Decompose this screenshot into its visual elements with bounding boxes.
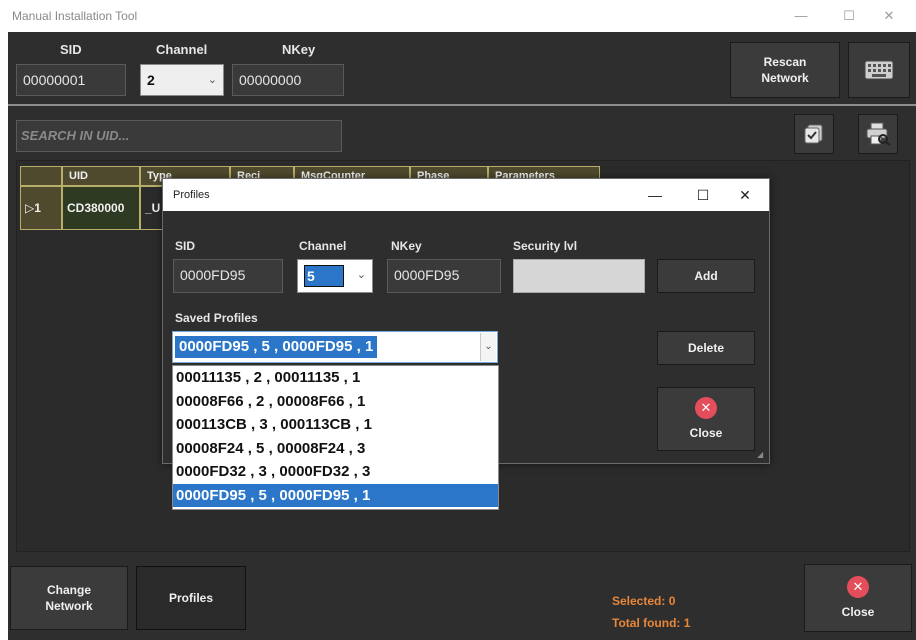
close-app-label: Close	[841, 605, 875, 619]
print-preview-icon	[866, 122, 891, 146]
profiles-button-label: Profiles	[168, 591, 213, 605]
window-maximize-button[interactable]: ☐	[832, 6, 866, 26]
keyboard-icon	[864, 60, 894, 80]
channel-label: Channel	[156, 42, 208, 57]
row-index: ▷1	[20, 186, 62, 230]
chevron-down-icon: ⌄	[207, 74, 217, 86]
list-item[interactable]: 0000FD32 , 3 , 0000FD32 , 3	[173, 460, 498, 484]
saved-profiles-label: Saved Profiles	[175, 311, 258, 325]
close-dialog-label: Close	[689, 426, 723, 440]
rescan-label-1: Rescan	[763, 55, 807, 69]
select-all-button[interactable]	[794, 114, 834, 154]
dialog-nkey-label: NKey	[391, 239, 422, 253]
row-uid: CD380000	[62, 186, 140, 230]
rescan-network-button[interactable]: Rescan Network	[730, 42, 840, 98]
total-found: Total found: 1	[612, 616, 691, 630]
print-preview-button[interactable]	[858, 114, 898, 154]
selected-count: Selected: 0	[612, 594, 676, 608]
channel-select-value: 2	[147, 72, 155, 88]
toolbar-separator	[8, 104, 916, 106]
dialog-sid-field[interactable]: 0000FD95	[173, 259, 283, 293]
chevron-down-icon[interactable]: ⌄	[480, 333, 496, 361]
profiles-button[interactable]: Profiles	[136, 566, 246, 630]
change-network-label-1: Change	[46, 583, 91, 597]
checklist-icon	[804, 124, 823, 144]
security-level-label: Security lvl	[513, 239, 578, 253]
delete-label: Delete	[687, 341, 725, 355]
close-app-button[interactable]: ✕ Close	[804, 564, 912, 632]
dialog-nkey-field[interactable]: 0000FD95	[387, 259, 501, 293]
window-close-button[interactable]: ✕	[872, 6, 906, 26]
dialog-sid-label: SID	[175, 239, 196, 253]
rescan-label-2: Network	[761, 71, 809, 85]
saved-profiles-select[interactable]: 0000FD95 , 5 , 0000FD95 , 1 ⌄	[172, 331, 498, 363]
close-icon: ✕	[847, 576, 869, 598]
dialog-close-button[interactable]: ✕	[727, 185, 763, 205]
search-input[interactable]: SEARCH IN UID...	[16, 120, 342, 152]
keyboard-button[interactable]	[848, 42, 910, 98]
dialog-minimize-button[interactable]: —	[637, 185, 673, 205]
window-titlebar: Manual Installation Tool — ☐ ✕	[0, 0, 916, 32]
dialog-channel-select[interactable]: 5 ⌄	[297, 259, 373, 293]
sid-label: SID	[60, 42, 82, 57]
add-label: Add	[694, 269, 718, 283]
window-title: Manual Installation Tool	[12, 9, 138, 23]
nkey-label: NKey	[282, 42, 316, 57]
dialog-title: Profiles	[173, 189, 210, 201]
dialog-channel-label: Channel	[299, 239, 347, 253]
add-profile-button[interactable]: Add	[657, 259, 755, 293]
list-item[interactable]: 0000FD95 , 5 , 0000FD95 , 1	[173, 483, 498, 507]
delete-profile-button[interactable]: Delete	[657, 331, 755, 365]
channel-select[interactable]: 2 ⌄	[140, 64, 224, 96]
close-dialog-button[interactable]: ✕ Close	[657, 387, 755, 451]
list-item[interactable]: 00011135 , 2 , 00011135 , 1	[173, 366, 498, 390]
saved-profiles-selected: 0000FD95 , 5 , 0000FD95 , 1	[175, 336, 378, 358]
chevron-down-icon: ⌄	[356, 269, 366, 281]
change-network-label-2: Network	[45, 599, 93, 613]
list-item[interactable]: 000113CB , 3 , 000113CB , 1	[173, 413, 498, 437]
security-level-field[interactable]	[513, 259, 645, 293]
dialog-titlebar: Profiles — ☐ ✕	[163, 179, 769, 211]
dialog-channel-value: 5	[304, 265, 344, 287]
nkey-field[interactable]: 00000000	[232, 64, 344, 96]
list-item[interactable]: 00008F24 , 5 , 00008F24 , 3	[173, 437, 498, 461]
list-item[interactable]: 00008F66 , 2 , 00008F66 , 1	[173, 390, 498, 414]
dialog-maximize-button[interactable]: ☐	[685, 185, 721, 205]
window-minimize-button[interactable]: —	[784, 6, 818, 26]
close-icon: ✕	[695, 397, 717, 419]
change-network-button[interactable]: Change Network	[10, 566, 128, 630]
saved-profiles-list: 00011135 , 2 , 00011135 , 1 00008F66 , 2…	[172, 365, 499, 510]
sid-field[interactable]: 00000001	[16, 64, 126, 96]
grid-header-uid[interactable]: UID	[62, 166, 140, 186]
grid-header-corner	[20, 166, 62, 186]
resize-grip-icon[interactable]: ◢	[757, 451, 765, 459]
